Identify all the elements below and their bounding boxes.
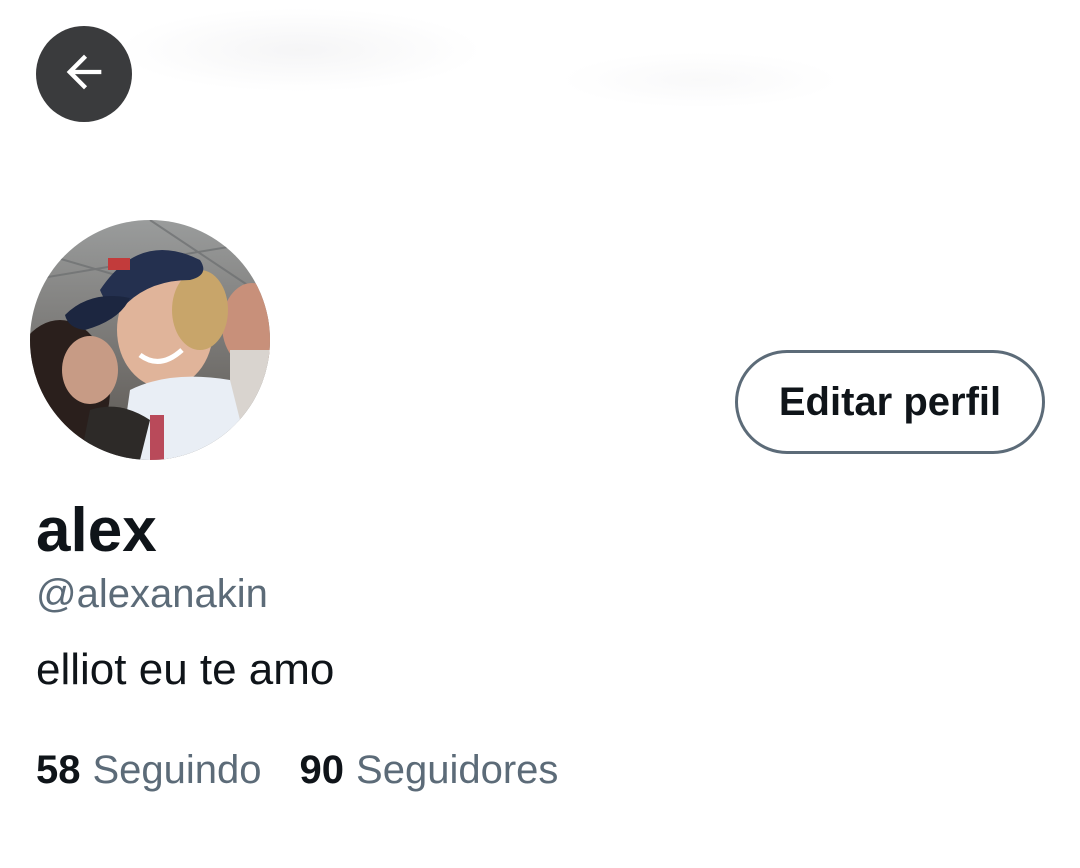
following-count: 58 [36, 748, 81, 792]
back-button[interactable] [36, 26, 132, 122]
profile-page: Editar perfil alex @alexanakin elliot eu… [0, 0, 1080, 868]
edit-profile-button[interactable]: Editar perfil [735, 350, 1045, 454]
followers-label: Seguidores [356, 748, 559, 792]
profile-stats: 58 Seguindo 90 Seguidores [36, 744, 558, 796]
profile-banner [0, 0, 1080, 200]
following-link[interactable]: 58 Seguindo [36, 744, 262, 796]
avatar[interactable] [30, 220, 270, 460]
profile-bio: elliot eu te amo [36, 645, 335, 694]
display-name: alex [36, 496, 157, 565]
followers-link[interactable]: 90 Seguidores [300, 744, 559, 796]
followers-count: 90 [299, 748, 345, 792]
user-handle: @alexanakin [36, 572, 268, 616]
arrow-left-icon [58, 46, 110, 103]
following-label: Seguindo [92, 748, 262, 792]
